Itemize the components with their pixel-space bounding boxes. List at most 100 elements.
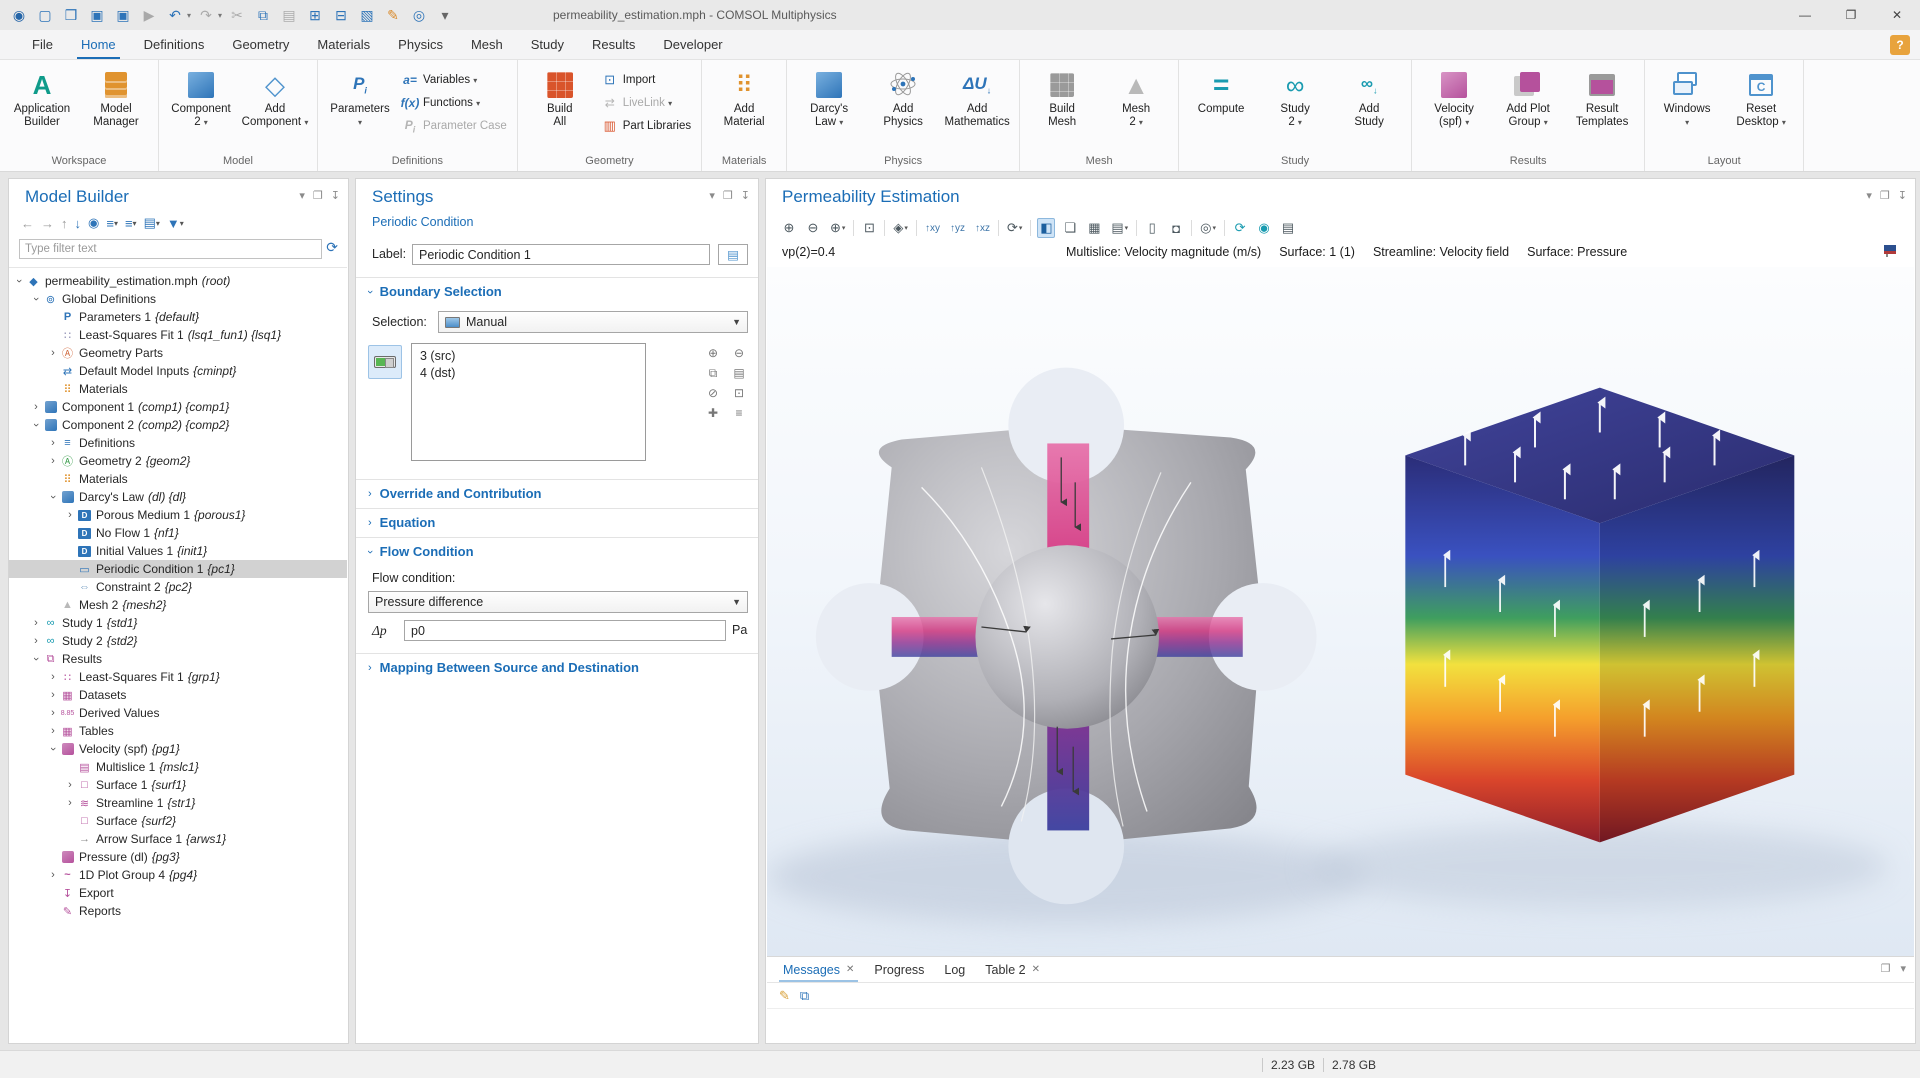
section-equation[interactable]: › Equation: [356, 508, 758, 536]
qat-customize-icon[interactable]: ▾: [434, 4, 456, 26]
selection-list[interactable]: 3 (src)4 (dst): [411, 343, 646, 461]
panel-pin-icon[interactable]: ↧: [741, 189, 750, 202]
copy-selection-icon[interactable]: ⧉: [704, 365, 722, 381]
go-to-xy-view-icon[interactable]: ↑xy: [923, 218, 942, 238]
tree-item[interactable]: ›≡Definitions: [9, 434, 347, 452]
add-study-button[interactable]: ∞↓AddStudy: [1333, 64, 1405, 129]
tree-item[interactable]: ✎Reports: [9, 902, 347, 920]
zoom-out-icon[interactable]: ⊖: [804, 218, 822, 238]
preview-icon[interactable]: ◎: [408, 4, 430, 26]
tree-item[interactable]: ›∷Least-Squares Fit 1{grp1}: [9, 668, 347, 686]
build-mesh-button[interactable]: BuildMesh: [1026, 64, 1098, 129]
tree-item[interactable]: PParameters 1{default}: [9, 308, 347, 326]
duplicate-icon[interactable]: ⊞: [304, 4, 326, 26]
image-snapshot-icon[interactable]: ◉: [1255, 218, 1273, 238]
label-options-button[interactable]: ▤: [718, 244, 748, 265]
ribbon-tab-geometry[interactable]: Geometry: [218, 30, 303, 59]
tree-item[interactable]: ›ⒶGeometry 2{geom2}: [9, 452, 347, 470]
tree-expander-icon[interactable]: ›: [30, 653, 42, 665]
close-tab-icon[interactable]: ✕: [846, 964, 854, 975]
tree-item[interactable]: ›▦Datasets: [9, 686, 347, 704]
move-up-icon[interactable]: ↑: [61, 216, 68, 231]
active-toggle-button[interactable]: [368, 345, 402, 379]
dock-tab-progress[interactable]: Progress: [864, 957, 934, 982]
compute-button[interactable]: =Compute: [1185, 64, 1257, 116]
build-all-button[interactable]: BuildAll: [524, 64, 596, 129]
copy-messages-icon[interactable]: ⧉: [800, 988, 809, 1004]
zoom-box-icon[interactable]: ⊕▾: [828, 218, 847, 238]
clear-messages-icon[interactable]: ✎: [779, 988, 790, 1004]
section-mapping[interactable]: › Mapping Between Source and Destination: [356, 653, 758, 681]
tree-expander-icon[interactable]: ›: [13, 275, 25, 287]
view-menu-icon[interactable]: ◈▾: [891, 218, 910, 238]
tree-expander-icon[interactable]: ›: [30, 635, 42, 647]
functions-button[interactable]: f(x)Functions ▾: [398, 93, 511, 113]
tree-item[interactable]: ›DPorous Medium 1{porous1}: [9, 506, 347, 524]
component-2-button[interactable]: Component2 ▾: [165, 64, 237, 129]
tree-expander-icon[interactable]: ›: [47, 689, 59, 701]
panel-pin-icon[interactable]: ↧: [1898, 189, 1907, 202]
create-selection-icon[interactable]: ✚: [704, 405, 722, 421]
close-button[interactable]: ✕: [1874, 0, 1920, 30]
tree-expander-icon[interactable]: ›: [47, 707, 59, 719]
lock-icon[interactable]: ◘: [1167, 218, 1185, 238]
tree-item[interactable]: ⠿Materials: [9, 470, 347, 488]
tree-expander-icon[interactable]: ›: [47, 671, 59, 683]
tree-item[interactable]: →Arrow Surface 1{arws1}: [9, 830, 347, 848]
panel-pin-icon[interactable]: ↧: [331, 189, 340, 202]
tree-item[interactable]: ›⧉Results: [9, 650, 347, 668]
3d-plot-scene[interactable]: [767, 267, 1914, 957]
tree-item[interactable]: ›ⒶGeometry Parts: [9, 344, 347, 362]
tree-filter-input[interactable]: Type filter text: [19, 239, 322, 259]
selection-list-item[interactable]: 4 (dst): [420, 365, 637, 382]
panel-menu-icon[interactable]: ▾: [709, 189, 715, 202]
panel-menu-icon[interactable]: ▾: [1866, 189, 1872, 202]
panel-float-icon[interactable]: ❐: [313, 189, 323, 202]
save-as-icon[interactable]: ▣: [112, 4, 134, 26]
mesh-2-button[interactable]: ▲Mesh2 ▾: [1100, 64, 1172, 129]
parameters-button[interactable]: PiParameters ▾: [324, 64, 396, 129]
ribbon-tab-study[interactable]: Study: [517, 30, 578, 59]
livelink-button[interactable]: ⇄LiveLink ▾: [598, 93, 695, 113]
collapse-all-icon[interactable]: ≡ ▾: [125, 216, 137, 231]
dock-tab-table-2[interactable]: Table 2 ✕: [975, 957, 1050, 982]
selection-list-item[interactable]: 3 (src): [420, 348, 637, 365]
zoom-to-selection-icon[interactable]: ⊡: [730, 385, 748, 401]
tree-item[interactable]: ›◆permeability_estimation.mph(root): [9, 272, 347, 290]
node-text-icon[interactable]: ▤ ▾: [144, 215, 160, 231]
tree-expander-icon[interactable]: ›: [64, 509, 76, 521]
tree-item[interactable]: ↧Export: [9, 884, 347, 902]
tree-item[interactable]: ›▦Tables: [9, 722, 347, 740]
tree-item[interactable]: DInitial Values 1{init1}: [9, 542, 347, 560]
tree-expander-icon[interactable]: ›: [30, 419, 42, 431]
ribbon-tab-mesh[interactable]: Mesh: [457, 30, 517, 59]
tree-expander-icon[interactable]: ›: [47, 455, 59, 467]
tree-item[interactable]: ⠿Materials: [9, 380, 347, 398]
show-icon[interactable]: ◉: [88, 215, 99, 231]
help-button[interactable]: ?: [1890, 35, 1910, 55]
dropdown-icon[interactable]: ▾: [187, 11, 191, 20]
tree-expander-icon[interactable]: ›: [64, 797, 76, 809]
selection-dropdown[interactable]: Manual ▼: [438, 311, 748, 333]
cut-icon[interactable]: ✂: [226, 4, 248, 26]
tree-item[interactable]: ⇔Constraint 2{pc2}: [9, 578, 347, 596]
add-mathematics-button[interactable]: ΔU↓AddMathematics: [941, 64, 1013, 129]
transparency-icon[interactable]: ◧: [1037, 218, 1055, 238]
tree-expander-icon[interactable]: ›: [47, 491, 59, 503]
section-flow-condition[interactable]: › Flow Condition: [356, 537, 758, 565]
undo-icon[interactable]: ↶: [164, 4, 186, 26]
tree-item[interactable]: □Surface{surf2}: [9, 812, 347, 830]
plot-info-icon[interactable]: [1883, 243, 1897, 257]
print-icon[interactable]: ▤: [1279, 218, 1297, 238]
tree-item[interactable]: DNo Flow 1{nf1}: [9, 524, 347, 542]
environment-icon[interactable]: ❏: [1061, 218, 1079, 238]
new-file-icon[interactable]: ▢: [34, 4, 56, 26]
go-to-xz-view-icon[interactable]: ↑xz: [973, 218, 992, 238]
tree-expander-icon[interactable]: ›: [47, 725, 59, 737]
parameter-case-button[interactable]: PiParameter Case: [398, 116, 511, 136]
ribbon-tab-home[interactable]: Home: [67, 30, 130, 59]
dock-float-icon[interactable]: ❐: [1881, 962, 1891, 975]
darcys-law-button[interactable]: Darcy'sLaw ▾: [793, 64, 865, 129]
tree-item[interactable]: ▤Multislice 1{mslc1}: [9, 758, 347, 776]
tree-item[interactable]: ›Velocity (spf){pg1}: [9, 740, 347, 758]
